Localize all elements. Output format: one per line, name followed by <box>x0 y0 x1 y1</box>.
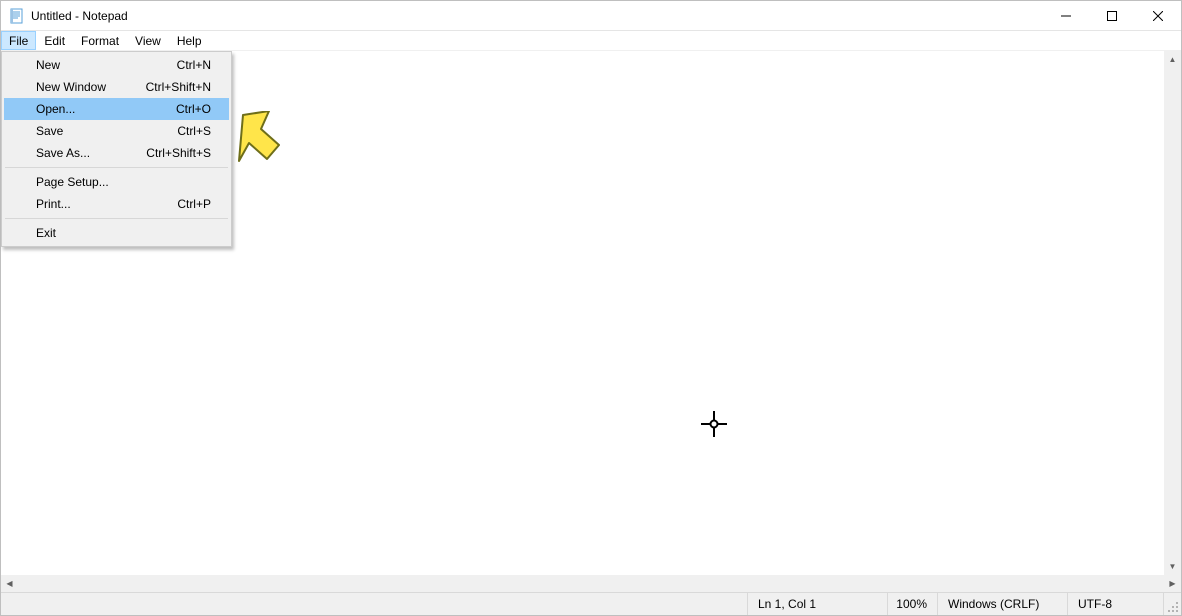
menu-separator <box>5 218 228 219</box>
resize-grip[interactable] <box>1163 593 1181 615</box>
menu-help[interactable]: Help <box>169 31 210 50</box>
menu-view[interactable]: View <box>127 31 169 50</box>
chevron-down-icon: ▼ <box>1169 562 1177 571</box>
file-menu-save[interactable]: Save Ctrl+S <box>4 120 229 142</box>
status-line-ending: Windows (CRLF) <box>937 593 1067 615</box>
chevron-up-icon: ▲ <box>1169 55 1177 64</box>
menu-item-label: Page Setup... <box>36 175 109 189</box>
file-menu-new-window[interactable]: New Window Ctrl+Shift+N <box>4 76 229 98</box>
scroll-down-button[interactable]: ▼ <box>1164 558 1181 575</box>
scroll-left-button[interactable]: ◀ <box>1 575 18 592</box>
status-position: Ln 1, Col 1 <box>747 593 887 615</box>
status-encoding: UTF-8 <box>1067 593 1163 615</box>
menu-item-shortcut: Ctrl+Shift+S <box>146 146 211 160</box>
status-bar: Ln 1, Col 1 100% Windows (CRLF) UTF-8 <box>1 592 1181 615</box>
notepad-icon <box>9 8 25 24</box>
scroll-right-button[interactable]: ▶ <box>1164 575 1181 592</box>
menu-item-shortcut: Ctrl+S <box>177 124 211 138</box>
file-menu-open[interactable]: Open... Ctrl+O <box>4 98 229 120</box>
menu-item-label: Open... <box>36 102 75 116</box>
menu-item-label: New <box>36 58 60 72</box>
file-menu-page-setup[interactable]: Page Setup... <box>4 171 229 193</box>
status-empty <box>1 593 747 615</box>
crosshair-cursor-icon <box>701 411 727 440</box>
menu-item-label: Save <box>36 124 63 138</box>
horizontal-scrollbar[interactable]: ◀ ▶ <box>1 575 1181 592</box>
menu-item-shortcut: Ctrl+P <box>177 197 211 211</box>
annotation-arrow-icon <box>233 111 293 184</box>
notepad-window: Untitled - Notepad File Edit Format View… <box>0 0 1182 616</box>
vertical-scrollbar[interactable]: ▲ ▼ <box>1164 51 1181 575</box>
file-menu-dropdown: New Ctrl+N New Window Ctrl+Shift+N Open.… <box>1 51 232 247</box>
chevron-left-icon: ◀ <box>6 579 12 588</box>
menu-bar: File Edit Format View Help <box>1 31 1181 51</box>
menu-item-shortcut: Ctrl+Shift+N <box>146 80 211 94</box>
window-title: Untitled - Notepad <box>31 9 128 23</box>
menu-item-label: Exit <box>36 226 56 240</box>
menu-format[interactable]: Format <box>73 31 127 50</box>
menu-item-label: Print... <box>36 197 71 211</box>
file-menu-print[interactable]: Print... Ctrl+P <box>4 193 229 215</box>
menu-item-shortcut: Ctrl+O <box>176 102 211 116</box>
menu-item-label: New Window <box>36 80 106 94</box>
title-bar: Untitled - Notepad <box>1 1 1181 31</box>
menu-file[interactable]: File <box>1 31 36 50</box>
menu-edit[interactable]: Edit <box>36 31 73 50</box>
scroll-up-button[interactable]: ▲ <box>1164 51 1181 68</box>
menu-item-shortcut: Ctrl+N <box>177 58 211 72</box>
close-button[interactable] <box>1135 1 1181 30</box>
file-menu-exit[interactable]: Exit <box>4 222 229 244</box>
chevron-right-icon: ▶ <box>1169 579 1175 588</box>
file-menu-new[interactable]: New Ctrl+N <box>4 54 229 76</box>
status-zoom: 100% <box>887 593 937 615</box>
menu-separator <box>5 167 228 168</box>
maximize-button[interactable] <box>1089 1 1135 30</box>
file-menu-save-as[interactable]: Save As... Ctrl+Shift+S <box>4 142 229 164</box>
window-controls <box>1043 1 1181 30</box>
menu-item-label: Save As... <box>36 146 90 160</box>
minimize-button[interactable] <box>1043 1 1089 30</box>
